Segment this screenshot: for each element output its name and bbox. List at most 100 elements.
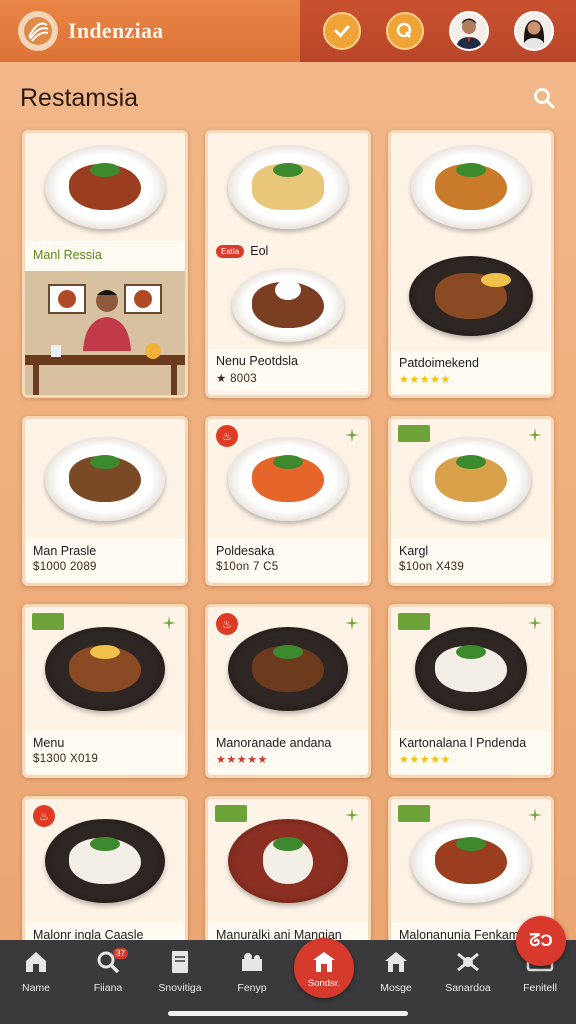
menu-card[interactable]: Eatia Eol Nenu Peotdsla ★ 8003 (205, 130, 371, 398)
avatar-woman[interactable] (513, 11, 554, 51)
house-icon (382, 948, 410, 976)
nav-item-fenyp[interactable]: Fenyp (221, 948, 283, 994)
active-tab-highlight: Sondsr. (294, 938, 354, 998)
dish-image (25, 133, 185, 241)
dish-image (208, 261, 368, 349)
menu-card[interactable]: ♨ Manoranade andana ★★★★★ (205, 604, 371, 778)
leaf-icon (528, 808, 542, 822)
nav-item-sondsr[interactable]: Sondsr. (293, 938, 355, 998)
card-title: Manoranade andana (216, 736, 332, 750)
menu-card[interactable]: Menu $1300 X019 (22, 604, 188, 778)
card-caption: Manoranade andana ★★★★★ (208, 731, 368, 773)
menu-card[interactable]: Manl Ressia (22, 130, 188, 398)
document-icon (166, 948, 194, 976)
nav-item-fiiana[interactable]: 37 Fiiana (77, 948, 139, 994)
robot-icon (454, 948, 482, 976)
floating-action-button[interactable]: ᘔϽ (516, 916, 566, 966)
star-rating: ★★★★★ (399, 374, 451, 386)
top-bar: Indenziaa (0, 0, 576, 62)
card-title: Nenu Peotdsla (216, 354, 299, 368)
green-tag-icon (398, 425, 430, 442)
nav-label: Fenitell (523, 982, 557, 994)
check-button[interactable] (322, 12, 361, 50)
home-icon (22, 948, 50, 976)
page-search-button[interactable] (530, 84, 558, 112)
menu-card[interactable]: ♨ Poldesaka $10on 7 C5 (205, 416, 371, 586)
green-tag-icon (32, 613, 64, 630)
search-icon (396, 22, 411, 38)
star-rating: ★★★★★ (216, 754, 268, 766)
card-caption: Manl Ressia (25, 241, 185, 271)
menu-card[interactable]: Kartonalana l Pndenda ★★★★★ (388, 604, 554, 778)
card-caption: Kargl $10on X439 (391, 539, 551, 581)
app-title: Indenziaa (68, 18, 164, 43)
header-actions (300, 0, 576, 62)
nav-label: Fiiana (93, 982, 123, 994)
card-title: Manl Ressia (33, 248, 102, 262)
dish-image (391, 133, 551, 241)
leaf-icon (162, 616, 176, 630)
search-icon (534, 88, 555, 109)
star-rating: ★★★★★ (399, 754, 451, 766)
menu-card[interactable]: Patdoimekend ★★★★★ (388, 130, 554, 398)
tag-badge: Eatia (216, 244, 245, 258)
green-tag-icon (398, 805, 430, 822)
brand-area: Indenziaa (0, 0, 300, 62)
nav-label: Sondsr. (307, 977, 341, 989)
card-title: Kargl (399, 544, 429, 558)
hot-badge-icon: ♨ (216, 425, 238, 447)
leaf-icon (528, 428, 542, 442)
leaf-logo-icon (18, 11, 58, 51)
card-price: $10on X439 (399, 561, 465, 573)
green-tag-icon (398, 613, 430, 630)
menu-card[interactable]: Man Prasle $1000 2089 (22, 416, 188, 586)
dish-image (391, 241, 551, 351)
tag-title: Eol (250, 244, 269, 258)
page-title: Restamsia (20, 84, 139, 112)
menu-card[interactable]: Kargl $10on X439 (388, 416, 554, 586)
leaf-icon (345, 616, 359, 630)
card-title: Patdoimekend (399, 356, 479, 370)
card-caption: Menu $1300 X019 (25, 731, 185, 773)
nav-label: Mosge (380, 982, 412, 994)
nav-item-sanardoa[interactable]: Sanardoa (437, 948, 499, 994)
card-title: Poldesaka (216, 544, 275, 558)
nav-label: Snovitiga (158, 982, 202, 994)
leaf-icon (528, 616, 542, 630)
nav-item-snovitiga[interactable]: Snovitiga (149, 948, 211, 994)
nav-label: Fenyp (237, 982, 267, 994)
card-caption: Poldesaka $10on 7 C5 (208, 539, 368, 581)
check-icon (334, 25, 349, 38)
dish-image (208, 133, 368, 241)
nav-item-name[interactable]: Name (5, 948, 67, 994)
home-indicator (168, 1011, 408, 1016)
card-price: $1300 X019 (33, 753, 99, 765)
card-price: $1000 2089 (33, 561, 97, 573)
menu-card[interactable]: ♨ Malonr ingla Caasle (22, 796, 188, 946)
nav-item-mosge[interactable]: Mosge (365, 948, 427, 994)
card-title: Kartonalana l Pndenda (399, 736, 527, 750)
card-title: Man Prasle (33, 544, 97, 558)
card-caption: Kartonalana l Pndenda ★★★★★ (391, 731, 551, 773)
store-icon (310, 948, 338, 976)
card-caption: Patdoimekend ★★★★★ (391, 351, 551, 393)
card-caption: Nenu Peotdsla ★ 8003 (208, 349, 368, 391)
card-caption: Man Prasle $1000 2089 (25, 539, 185, 581)
menu-card[interactable]: Manuralki ani Mangian (205, 796, 371, 946)
tag-row: Eatia Eol (208, 241, 368, 261)
header-search-button[interactable] (385, 12, 424, 50)
chef-video-thumbnail[interactable] (25, 271, 185, 395)
card-rating-count: ★ 8003 (216, 373, 257, 385)
dish-image (25, 419, 185, 539)
restaurant-grid: Manl Ressia Eatia Eol Nenu Peotdsla ★ 80… (22, 130, 554, 946)
puzzle-icon (238, 948, 266, 976)
leaf-icon (345, 428, 359, 442)
notification-badge: 37 (113, 948, 128, 959)
nav-label: Name (21, 982, 50, 994)
card-price: $10on 7 C5 (216, 561, 279, 573)
nav-label: Sanardoa (445, 982, 491, 994)
hot-badge-icon: ♨ (216, 613, 238, 635)
green-tag-icon (215, 805, 247, 822)
card-title: Menu (33, 736, 65, 750)
avatar-man[interactable] (448, 11, 489, 51)
